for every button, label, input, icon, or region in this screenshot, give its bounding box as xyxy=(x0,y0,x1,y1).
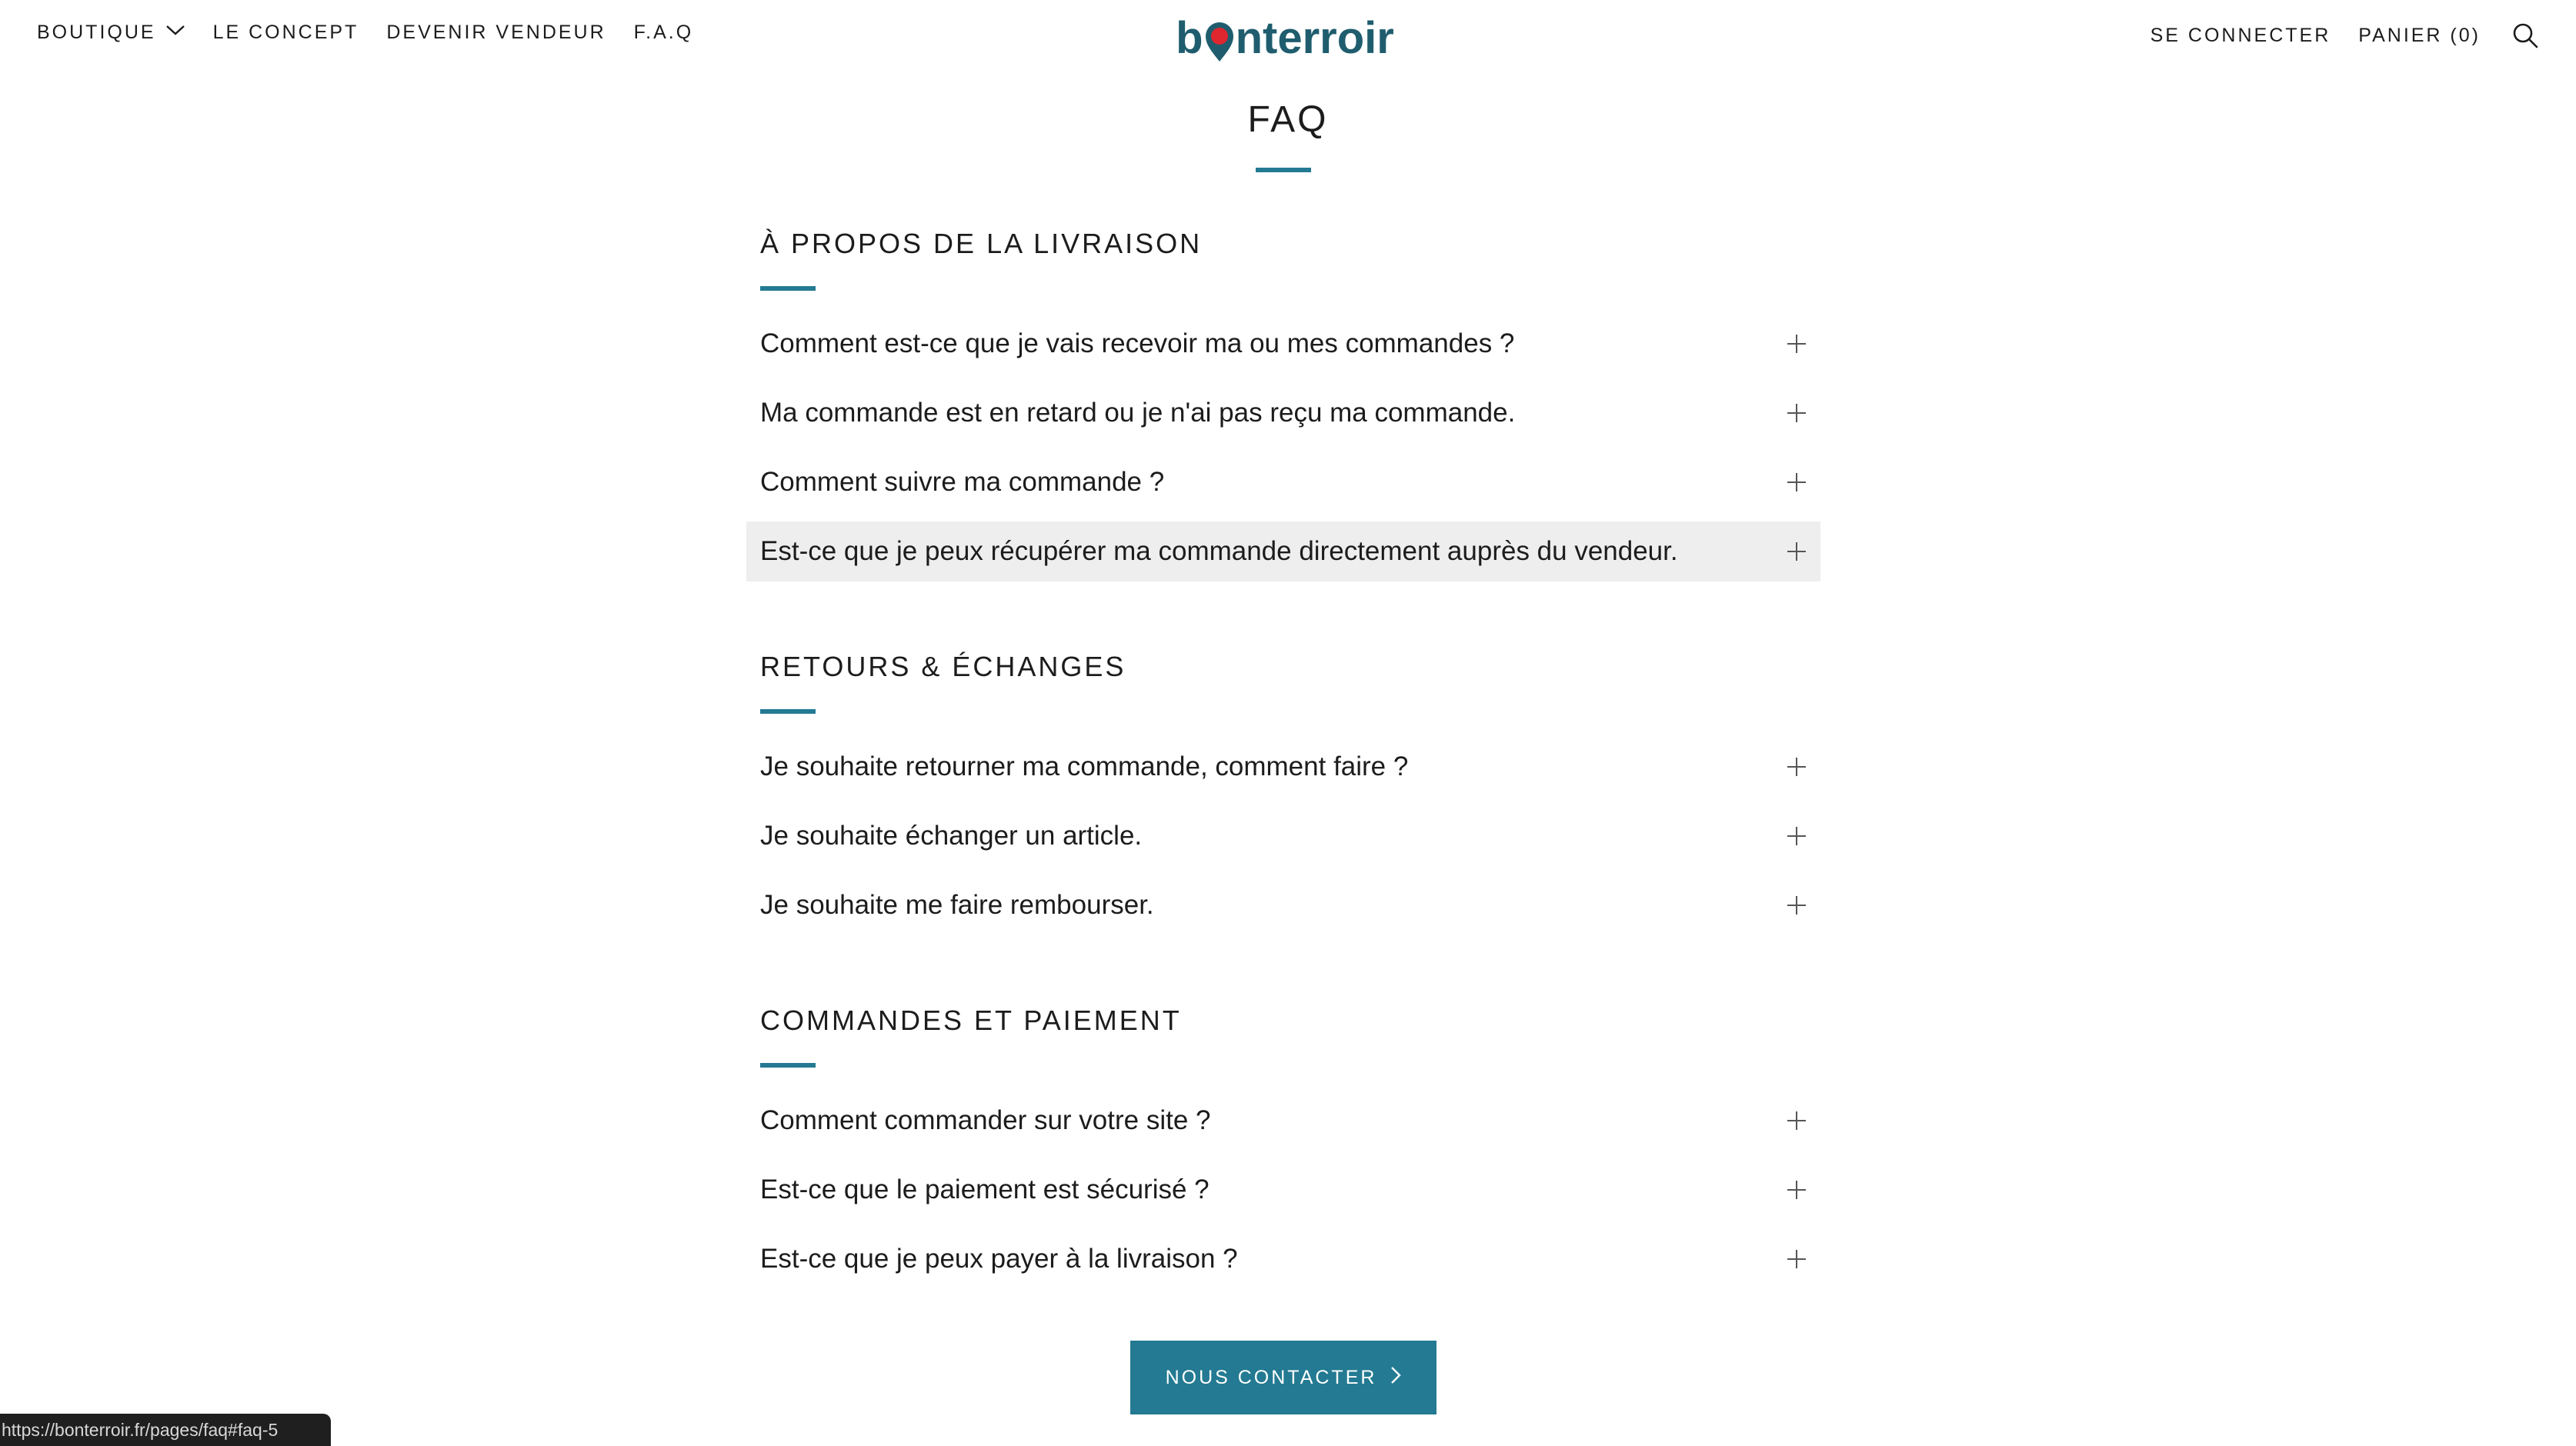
contact-button[interactable]: NOUS CONTACTER xyxy=(1130,1341,1436,1414)
map-pin-icon xyxy=(1204,21,1235,64)
faq-question[interactable]: Ma commande est en retard ou je n'ai pas… xyxy=(746,383,1820,443)
faq-question[interactable]: Je souhaite retourner ma commande, comme… xyxy=(746,737,1820,797)
section-heading-commandes: COMMANDES ET PAIEMENT xyxy=(760,1005,1182,1036)
link-preview-status: https://bonterroir.fr/pages/faq#faq-5 xyxy=(0,1414,331,1446)
faq-question-text: Comment est-ce que je vais recevoir ma o… xyxy=(760,328,1515,358)
faq-question[interactable]: Je souhaite échanger un article. xyxy=(746,806,1820,866)
nav-boutique-label: BOUTIQUE xyxy=(37,22,156,43)
faq-question-text: Comment commander sur votre site ? xyxy=(760,1105,1211,1135)
plus-icon xyxy=(1787,404,1806,422)
faq-question-text: Comment suivre ma commande ? xyxy=(760,467,1165,497)
plus-icon xyxy=(1787,896,1806,915)
faq-question-text: Ma commande est en retard ou je n'ai pas… xyxy=(760,398,1516,428)
section-heading-retours: RETOURS & ÉCHANGES xyxy=(760,651,1126,682)
plus-icon xyxy=(1787,542,1806,561)
plus-icon xyxy=(1787,1250,1806,1268)
nav-boutique[interactable]: BOUTIQUE xyxy=(37,22,185,44)
search-icon[interactable] xyxy=(2511,22,2539,49)
logo-wordmark: b nterroir xyxy=(1176,12,1394,64)
faq-question-text: Est-ce que je peux récupérer ma commande… xyxy=(760,536,1678,566)
faq-question-text: Est-ce que le paiement est sécurisé ? xyxy=(760,1174,1210,1204)
plus-icon xyxy=(1787,473,1806,491)
faq-question-text: Je souhaite retourner ma commande, comme… xyxy=(760,751,1409,781)
nav-le-concept[interactable]: LE CONCEPT xyxy=(213,22,359,44)
login-link[interactable]: SE CONNECTER xyxy=(2151,25,2331,47)
faq-question-text: Je souhaite échanger un article. xyxy=(760,821,1143,851)
faq-question-hovered[interactable]: Est-ce que je peux récupérer ma commande… xyxy=(746,521,1820,581)
account-nav: SE CONNECTER PANIER (0) xyxy=(2151,22,2539,49)
plus-icon xyxy=(1787,758,1806,776)
page-title: FAQ xyxy=(1247,99,1329,140)
nav-faq[interactable]: F.A.Q xyxy=(634,22,694,44)
cart-link[interactable]: PANIER (0) xyxy=(2358,25,2481,47)
plus-icon xyxy=(1787,1181,1806,1199)
section-underline xyxy=(760,1063,816,1068)
faq-question[interactable]: Comment commander sur votre site ? xyxy=(746,1091,1820,1151)
logo-text-b: b xyxy=(1176,12,1203,63)
main-nav: BOUTIQUE LE CONCEPT DEVENIR VENDEUR F.A.… xyxy=(37,22,693,44)
faq-question-text: Je souhaite me faire rembourser. xyxy=(760,890,1154,920)
plus-icon xyxy=(1787,827,1806,845)
title-underline xyxy=(1256,168,1311,172)
faq-question-text: Est-ce que je peux payer à la livraison … xyxy=(760,1244,1238,1274)
faq-question[interactable]: Est-ce que le paiement est sécurisé ? xyxy=(746,1160,1820,1220)
contact-button-label: NOUS CONTACTER xyxy=(1165,1366,1377,1388)
plus-icon xyxy=(1787,1111,1806,1130)
chevron-down-icon xyxy=(165,19,185,42)
faq-question[interactable]: Je souhaite me faire rembourser. xyxy=(746,875,1820,935)
section-heading-livraison: À PROPOS DE LA LIVRAISON xyxy=(760,228,1203,259)
nav-devenir-vendeur[interactable]: DEVENIR VENDEUR xyxy=(386,22,606,44)
faq-question[interactable]: Comment suivre ma commande ? xyxy=(746,452,1820,512)
plus-icon xyxy=(1787,335,1806,353)
chevron-right-icon xyxy=(1390,1366,1402,1390)
bonterroir-logo[interactable]: b nterroir xyxy=(1170,11,1400,65)
section-underline xyxy=(760,286,816,291)
faq-question[interactable]: Comment est-ce que je vais recevoir ma o… xyxy=(746,314,1820,374)
site-header: BOUTIQUE LE CONCEPT DEVENIR VENDEUR F.A.… xyxy=(0,0,2576,77)
logo-text-rest: nterroir xyxy=(1235,12,1394,63)
faq-question[interactable]: Est-ce que je peux payer à la livraison … xyxy=(746,1229,1820,1289)
section-underline xyxy=(760,709,816,714)
